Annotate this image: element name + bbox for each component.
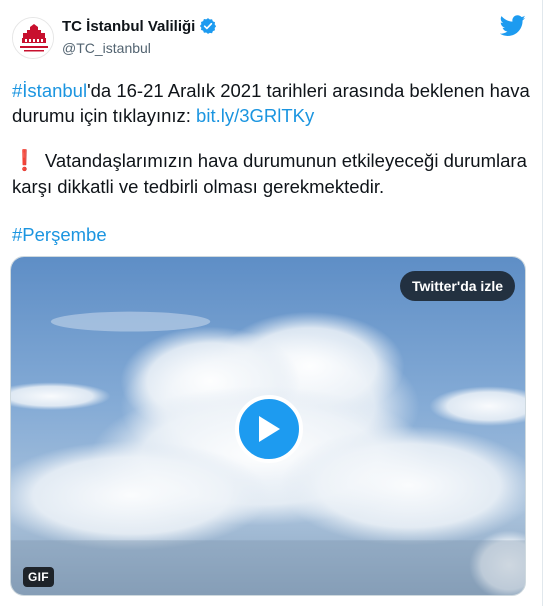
istanbul-governorship-logo-icon [13, 18, 53, 58]
hashtag-istanbul[interactable]: #İstanbul [12, 80, 87, 101]
avatar[interactable] [12, 17, 54, 59]
play-button[interactable] [235, 395, 303, 463]
account-name-row[interactable]: TC İstanbul Valiliği [62, 17, 217, 35]
hashtag-persembe[interactable]: #Perşembe [12, 224, 107, 245]
tweet-card: TC İstanbul Valiliği @TC_istanbul #İstan… [0, 0, 543, 606]
twitter-bird-icon[interactable] [500, 15, 526, 37]
account-handle[interactable]: @TC_istanbul [62, 40, 151, 56]
short-link[interactable]: bit.ly/3GRlTKy [196, 105, 314, 126]
tweet-warning-text: Vatandaşlarımızın hava durumunun etkiley… [12, 150, 527, 197]
account-name[interactable]: TC İstanbul Valiliği [62, 18, 195, 35]
tweet-paragraph-1: #İstanbul'da 16-21 Aralık 2021 tarihleri… [12, 78, 532, 128]
tweet-paragraph-2: ❗ Vatandaşlarımızın hava durumunun etkile… [12, 148, 532, 199]
gif-media[interactable]: Twitter'da izle GIF [10, 256, 526, 596]
exclamation-icon: ❗ [12, 150, 37, 172]
watch-on-twitter-button[interactable]: Twitter'da izle [400, 271, 515, 301]
play-icon [259, 416, 280, 442]
verified-badge-icon [200, 18, 217, 34]
gif-badge: GIF [23, 567, 54, 587]
tweet-paragraph-3: #Perşembe [12, 222, 107, 247]
